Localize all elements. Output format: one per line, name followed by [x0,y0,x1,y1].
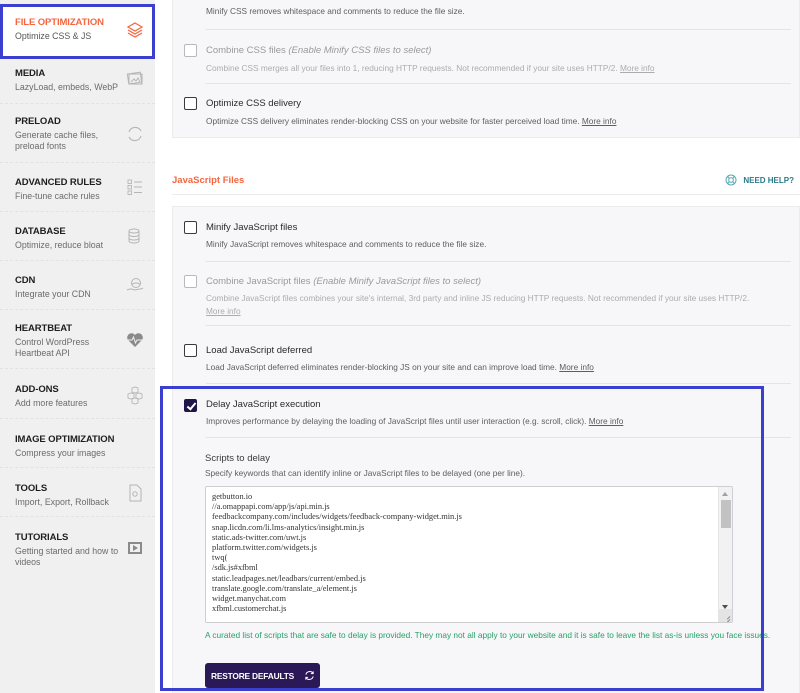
delay-js-checkbox[interactable] [184,399,197,412]
sidebar-item-advanced-rules[interactable]: ADVANCED RULES Fine-tune cache rules [0,163,155,212]
script-line: static.ads-twitter.com/uwt.js [212,532,307,542]
sidebar-item-subtitle: Control WordPress Heartbeat API [15,337,90,358]
sidebar-item-image-optimization[interactable]: IMAGE OPTIMIZATION Compress your images [0,419,155,468]
sidebar-item-file-optimization[interactable]: FILE OPTIMIZATION Optimize CSS & JS [0,4,155,59]
optimize-css-more-info-link[interactable]: More info [582,116,617,126]
sidebar-item-subtitle: Compress your images [15,448,106,458]
script-line: xfbml.customerchat.js [212,604,287,614]
sidebar-item-cdn[interactable]: CDN Integrate your CDN [0,261,155,310]
need-help-link[interactable]: NEED HELP? [725,174,794,186]
sidebar-item-subtitle: Optimize CSS & JS [15,31,92,41]
minify-js-label: Minify JavaScript files [206,222,298,233]
combine-css-checkbox[interactable] [184,44,197,57]
combine-js-label: Combine JavaScript files (Enable Minify … [206,276,482,287]
sidebar-item-tutorials[interactable]: TUTORIALS Getting started and how to vid… [0,517,155,577]
divider [206,325,791,326]
delay-js-label: Delay JavaScript execution [206,399,321,410]
script-line: getbutton.io [212,492,253,501]
combine-css-more-info-link[interactable]: More info [620,63,655,73]
resize-handle-icon[interactable] [718,609,732,622]
divider [206,29,791,30]
minify-css-description: Minify CSS removes whitespace and commen… [206,6,465,16]
minify-js-checkbox[interactable] [184,221,197,234]
database-icon [128,228,140,244]
checklist-icon [127,179,142,195]
defer-js-more-info-link[interactable]: More info [559,362,594,372]
need-help-label: NEED HELP? [743,175,794,185]
sidebar-item-subtitle: Optimize, reduce bloat [15,240,104,250]
divider [206,261,791,262]
minify-js-description: Minify JavaScript removes whitespace and… [206,239,487,249]
sidebar-item-preload[interactable]: PRELOAD Generate cache files, preload fo… [0,104,155,163]
scripts-to-delay-title: Scripts to delay [205,453,270,464]
textarea-scrollbar[interactable] [718,487,732,622]
sidebar-item-media[interactable]: MEDIA LazyLoad, embeds, WebP [0,62,155,104]
optimize-css-delivery-label: Optimize CSS delivery [206,98,302,109]
images-icon [126,71,143,85]
divider [206,83,791,84]
script-line: twq( [212,553,228,563]
scripts-to-delay-textarea[interactable]: getbutton.io//a.omappapi.com/app/js/api.… [205,486,733,623]
optimize-css-delivery-description: Optimize CSS delivery eliminates render-… [206,116,617,126]
textarea-content: getbutton.io//a.omappapi.com/app/js/api.… [212,492,462,614]
divider [206,383,791,384]
script-line: //a.omappapi.com/app/js/api.min.js [212,502,330,512]
script-line: /sdk.js#xfbml [212,563,258,573]
script-line: translate.google.com/translate_a/element… [212,583,357,593]
sidebar: FILE OPTIMIZATION Optimize CSS & JS MEDI… [0,0,155,693]
restore-defaults-label: RESTORE DEFAULTS [211,670,295,681]
sidebar-item-tools[interactable]: TOOLS Import, Export, Rollback [0,468,155,517]
layers-icon [126,22,144,38]
sidebar-item-add-ons[interactable]: ADD-ONS Add more features [0,369,155,419]
divider [206,437,791,438]
sidebar-item-database[interactable]: DATABASE Optimize, reduce bloat [0,212,155,261]
sidebar-item-subtitle: Add more features [15,398,88,408]
play-icon [128,542,142,554]
sidebar-item-heartbeat[interactable]: HEARTBEAT Control WordPress Heartbeat AP… [0,310,155,369]
combine-js-checkbox[interactable] [184,275,197,288]
heartbeat-icon [127,333,143,347]
refresh-icon [305,671,314,680]
scroll-thumb[interactable] [721,500,731,528]
sidebar-item-subtitle: Integrate your CDN [15,289,91,299]
lifebuoy-icon [725,174,737,186]
optimize-css-delivery-checkbox[interactable] [184,97,197,110]
defer-js-checkbox[interactable] [184,344,197,357]
sidebar-item-subtitle: LazyLoad, embeds, WebP [15,82,119,92]
combine-css-description: Combine CSS merges all your files into 1… [206,63,655,73]
scroll-up-arrow-icon[interactable] [722,492,728,496]
main-content: Minify CSS removes whitespace and commen… [160,0,800,693]
curated-list-note: A curated list of scripts that are safe … [205,630,771,640]
javascript-files-heading: JavaScript Files [172,175,245,186]
sidebar-item-subtitle: Fine-tune cache rules [15,191,100,201]
script-line: static.leadpages.net/leadbars/current/em… [212,573,366,583]
defer-js-description: Load JavaScript deferred eliminates rend… [206,362,594,372]
gear-file-icon [129,484,142,502]
combine-js-description: Combine JavaScript files combines your s… [206,293,750,316]
scripts-to-delay-description: Specify keywords that can identify inlin… [205,468,526,478]
combine-css-label: Combine CSS files (Enable Minify CSS fil… [206,45,432,56]
delay-js-description: Improves performance by delaying the loa… [206,416,624,426]
combine-js-more-info-link[interactable]: More info [206,306,241,316]
cubes-icon [127,386,143,405]
defer-js-label: Load JavaScript deferred [206,345,313,356]
globe-hand-icon [126,278,144,291]
refresh-icon [128,126,142,142]
sidebar-item-title: IMAGE OPTIMIZATION [15,434,115,445]
sidebar-item-subtitle: Generate cache files, preload fonts [15,130,99,151]
script-line: feedbackcompany.com/includes/widgets/fee… [212,512,462,522]
delay-js-more-info-link[interactable]: More info [589,416,624,426]
script-line: widget.manychat.com [212,594,286,604]
sidebar-item-subtitle: Getting started and how to videos [15,546,119,567]
restore-defaults-button[interactable]: RESTORE DEFAULTS [205,663,320,688]
script-line: platform.twitter.com/widgets.js [212,543,317,553]
sidebar-item-subtitle: Import, Export, Rollback [15,497,109,507]
section-divider [172,194,800,195]
script-line: snap.licdn.com/li.lms-analytics/insight.… [212,522,365,532]
css-options-panel: Minify CSS removes whitespace and commen… [172,0,800,138]
